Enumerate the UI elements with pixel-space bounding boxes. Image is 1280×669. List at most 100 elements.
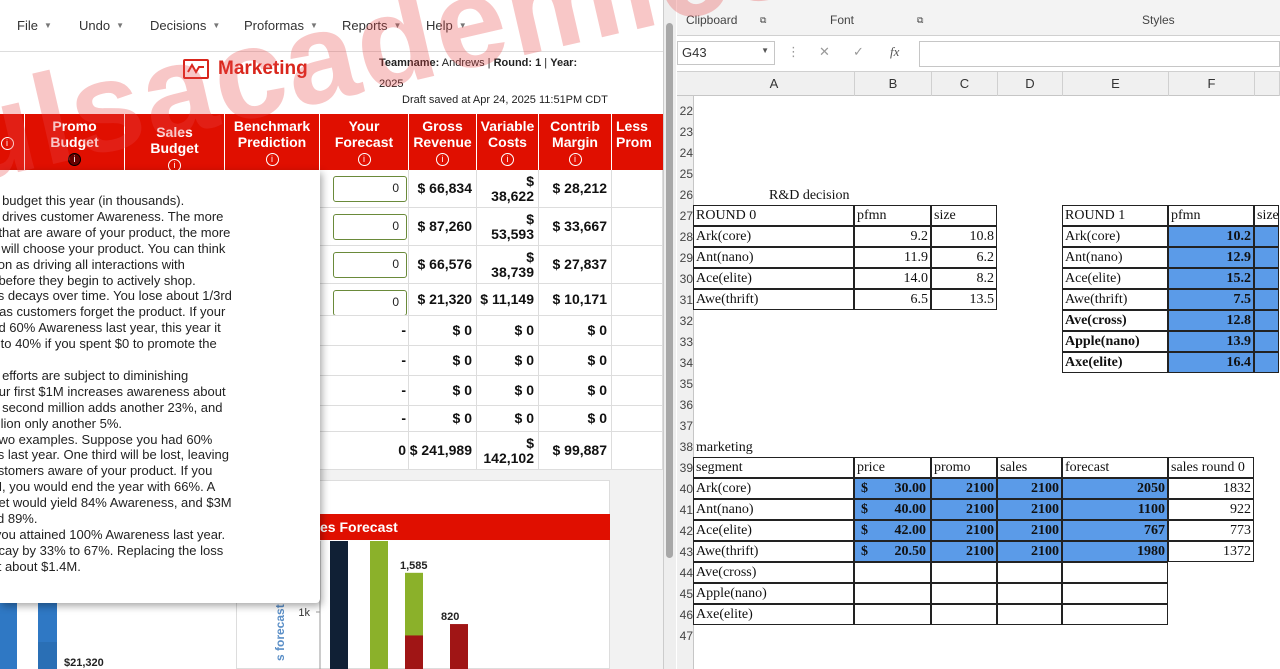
cancel-icon[interactable]: ✕ (819, 44, 830, 60)
menu-undo[interactable]: Undo ▼ (79, 18, 124, 33)
sheet-cell[interactable]: Ant(nano) (693, 499, 854, 520)
sheet-cell[interactable] (1254, 310, 1279, 331)
insert-function-icon[interactable]: fx (890, 44, 899, 60)
sheet-cell[interactable]: forecast (1062, 457, 1168, 478)
sheet-cell[interactable]: 8.2 (931, 268, 997, 289)
row-number[interactable]: 33 (677, 332, 694, 353)
sheet-cell[interactable]: pfmn (1168, 205, 1254, 226)
row-number[interactable]: 39 (677, 458, 694, 479)
row-number[interactable]: 35 (677, 374, 694, 395)
sheet-cell[interactable]: 2100 (997, 478, 1062, 499)
sheet-cell[interactable]: Axe(elite) (693, 604, 854, 625)
row-number[interactable]: 23 (677, 122, 694, 143)
sheet-cell[interactable]: 2100 (931, 499, 997, 520)
sheet-cell[interactable]: 922 (1168, 499, 1254, 520)
info-icon[interactable]: i (568, 152, 582, 166)
info-icon[interactable]: i (501, 152, 514, 166)
sheet-cell[interactable] (1062, 604, 1168, 625)
sheet-cell[interactable] (997, 562, 1062, 583)
name-box[interactable]: G43 ▼ (677, 41, 775, 65)
info-icon[interactable]: i (0, 136, 14, 150)
column-header[interactable]: E (1063, 72, 1169, 96)
sheet-cell[interactable]: 7.5 (1168, 289, 1254, 310)
sheet-cell[interactable]: 2100 (997, 499, 1062, 520)
sheet-cell[interactable]: price (854, 457, 931, 478)
dialog-launcher-icon[interactable]: ⧉ (917, 15, 923, 26)
enter-icon[interactable]: ✓ (853, 44, 864, 60)
row-number[interactable]: 43 (677, 542, 694, 563)
sheet-cell[interactable]: Awe(thrift) (1062, 289, 1168, 310)
row-number[interactable]: 24 (677, 143, 694, 164)
sheet-cell[interactable]: 11.9 (854, 247, 931, 268)
sheet-cell[interactable] (1062, 562, 1168, 583)
sheet-cell[interactable]: 2100 (931, 541, 997, 562)
sheet-cell[interactable]: Ace(elite) (693, 520, 854, 541)
sheet-cell[interactable]: 14.0 (854, 268, 931, 289)
sheet-cell[interactable]: 13.5 (931, 289, 997, 310)
sheet-cell[interactable]: 13.9 (1168, 331, 1254, 352)
dialog-launcher-icon[interactable]: ⧉ (760, 15, 766, 26)
row-number[interactable]: 40 (677, 479, 694, 500)
sheet-cell[interactable]: Apple(nano) (1062, 331, 1168, 352)
sheet-cell[interactable]: 9.2 (854, 226, 931, 247)
sheet-cell[interactable] (854, 583, 931, 604)
sheet-cell[interactable]: Ace(elite) (1062, 268, 1168, 289)
sheet-cell[interactable]: size (1254, 205, 1279, 226)
row-number[interactable]: 26 (677, 185, 694, 206)
row-number[interactable]: 32 (677, 311, 694, 332)
sheet-cell[interactable]: 1832 (1168, 478, 1254, 499)
sheet-cell[interactable] (997, 604, 1062, 625)
sheet-cell[interactable] (1062, 583, 1168, 604)
column-header[interactable]: C (932, 72, 998, 96)
menu-proformas[interactable]: Proformas ▼ (244, 18, 318, 33)
sheet-cell[interactable]: 767 (1062, 520, 1168, 541)
sheet-cell[interactable]: sales round 0 (1168, 457, 1254, 478)
sheet-cell[interactable]: 2100 (997, 520, 1062, 541)
sheet-cell[interactable] (931, 562, 997, 583)
sheet-cell[interactable] (1254, 268, 1279, 289)
row-number[interactable]: 38 (677, 437, 694, 458)
row-number[interactable]: 46 (677, 605, 694, 626)
row-number[interactable]: 34 (677, 353, 694, 374)
sheet-cell[interactable]: Ant(nano) (1062, 247, 1168, 268)
sheet-cell[interactable]: 2050 (1062, 478, 1168, 499)
row-number[interactable]: 22 (677, 101, 694, 122)
scrollbar-thumb[interactable] (666, 23, 673, 558)
row-number[interactable]: 25 (677, 164, 694, 185)
sheet-cell[interactable] (1254, 226, 1279, 247)
column-header[interactable]: B (855, 72, 932, 96)
sheet-cell[interactable] (997, 583, 1062, 604)
row-number[interactable]: 30 (677, 269, 694, 290)
row-number[interactable]: 29 (677, 248, 694, 269)
column-header[interactable]: F (1169, 72, 1255, 96)
sheet-cell[interactable]: Ace(elite) (693, 268, 854, 289)
sheet-cell[interactable]: 16.4 (1168, 352, 1254, 373)
sheet-cell[interactable]: 10.2 (1168, 226, 1254, 247)
sheet-cell[interactable]: Awe(thrift) (693, 541, 854, 562)
column-header[interactable]: A (694, 72, 855, 96)
sheet-cell[interactable]: 2100 (997, 541, 1062, 562)
row-number[interactable]: 44 (677, 563, 694, 584)
sheet-cell[interactable]: $30.00 (854, 478, 931, 499)
sheet-cell[interactable]: 1372 (1168, 541, 1254, 562)
sheet-cell[interactable]: 2100 (931, 520, 997, 541)
sheet-cell[interactable]: Ave(cross) (1062, 310, 1168, 331)
sheet-cell[interactable]: 1980 (1062, 541, 1168, 562)
sheet-cell[interactable]: ROUND 1 (1062, 205, 1168, 226)
row-number[interactable]: 31 (677, 290, 694, 311)
sheet-cell[interactable]: Ant(nano) (693, 247, 854, 268)
sheet-cell[interactable] (854, 604, 931, 625)
sheet-cell[interactable]: promo (931, 457, 997, 478)
formula-input[interactable] (919, 41, 1280, 67)
row-number[interactable]: 45 (677, 584, 694, 605)
sheet-cell[interactable]: 1100 (1062, 499, 1168, 520)
sheet-cell[interactable]: ROUND 0 (693, 205, 854, 226)
info-icon[interactable]: i (68, 152, 81, 166)
sheet-cell[interactable]: 12.9 (1168, 247, 1254, 268)
sheet-cell[interactable] (931, 583, 997, 604)
sheet-cell[interactable]: 6.2 (931, 247, 997, 268)
sheet-cell[interactable]: 2100 (931, 478, 997, 499)
sheet-cell[interactable]: 15.2 (1168, 268, 1254, 289)
sheet-cell[interactable]: pfmn (854, 205, 931, 226)
info-icon[interactable]: i (265, 152, 279, 166)
